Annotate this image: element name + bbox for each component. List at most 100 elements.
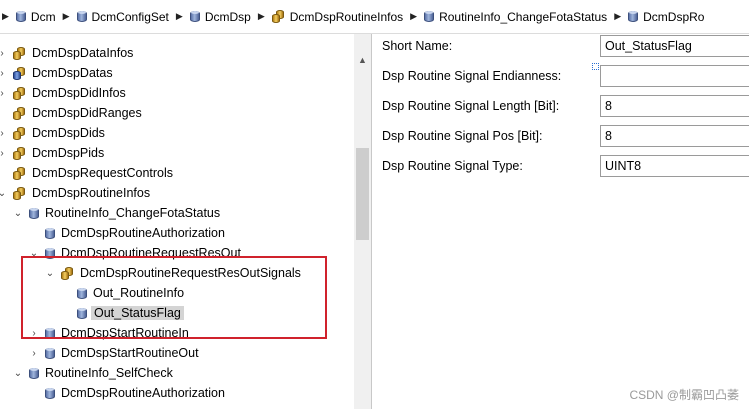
properties-panel: Short Name: Out_StatusFlag Dsp Routine S… — [372, 34, 749, 409]
breadcrumb-item-dcmdspro[interactable]: DcmDspRo — [628, 0, 704, 33]
tree-item[interactable]: ⌄ DcmDspRoutineInfos — [0, 183, 150, 203]
cylinder-icon — [77, 287, 87, 299]
breadcrumb-item-dcmdsp[interactable]: DcmDsp — [189, 0, 251, 33]
tree-item-label: DcmDspRoutineRequestResOut — [61, 246, 241, 260]
folder-icon — [13, 186, 26, 200]
breadcrumb: ▶ Dcm ▶ DcmConfigSet ▶ DcmDsp ▶ DcmDspRo… — [0, 0, 749, 34]
folder-lock-icon — [13, 66, 26, 80]
tree-item[interactable]: ⌄ RoutineInfo_SelfCheck — [13, 363, 173, 383]
chevron-right-icon[interactable]: ▶ — [410, 11, 417, 22]
scrollbar-thumb[interactable] — [356, 148, 369, 240]
breadcrumb-label: Dcm — [30, 9, 56, 24]
tree-item[interactable]: ⌄ RoutineInfo_ChangeFotaStatus — [13, 203, 220, 223]
property-label: Dsp Routine Signal Pos [Bit]: — [382, 129, 543, 143]
tree-scrollbar[interactable]: ▲ — [354, 34, 371, 409]
cylinder-icon — [29, 367, 39, 379]
signal-type-field[interactable]: UINT8 — [600, 155, 749, 177]
tree-item-label: DcmDspDatas — [32, 66, 113, 80]
breadcrumb-item-dcmdsproutineinfos[interactable]: DcmDspRoutineInfos — [271, 0, 404, 33]
property-label: Short Name: — [382, 39, 453, 53]
chevron-down-icon[interactable]: ⌄ — [13, 368, 23, 379]
cylinder-icon — [628, 11, 639, 22]
tree-item-label: DcmDspDidInfos — [32, 86, 126, 100]
chevron-down-icon[interactable]: ⌄ — [13, 208, 23, 219]
tree-item[interactable]: DcmDspDidRanges — [0, 103, 142, 123]
tree-item-label: RoutineInfo_ChangeFotaStatus — [45, 206, 221, 220]
tree-item-label: DcmDspStartRoutineIn — [61, 326, 189, 340]
breadcrumb-label: DcmDspRoutineInfos — [289, 9, 404, 24]
tree-item[interactable]: › DcmDspPids — [0, 143, 104, 163]
folder-icon — [271, 10, 285, 23]
cylinder-icon — [76, 11, 87, 22]
cylinder-icon — [189, 11, 200, 22]
tree-item[interactable]: › DcmDspDatas — [0, 63, 113, 83]
tree-item-label: DcmDspRequestControls — [32, 166, 174, 180]
chevron-right-icon[interactable]: ▶ — [614, 11, 621, 22]
tree-item-label: DcmDspStartRoutineOut — [61, 346, 199, 360]
folder-icon — [13, 146, 26, 160]
tree-item-label: DcmDspRoutineInfos — [32, 186, 151, 200]
tree-item-label: DcmDspRoutineAuthorization — [61, 386, 225, 400]
tree-item[interactable]: › DcmDspStartRoutineIn — [29, 323, 189, 343]
tree-item[interactable]: Out_RoutineInfo — [61, 283, 184, 303]
property-row-signal-length: Dsp Routine Signal Length [Bit]: 8 — [372, 94, 749, 118]
cylinder-icon — [424, 11, 435, 22]
property-row-short-name: Short Name: Out_StatusFlag — [372, 34, 749, 58]
chevron-right-icon[interactable]: ▶ — [258, 11, 265, 22]
tree-item[interactable]: › DcmDspDataInfos — [0, 43, 133, 63]
tree-item[interactable]: DcmDspRoutineAuthorization — [29, 223, 225, 243]
breadcrumb-item-dcm[interactable]: Dcm — [15, 0, 56, 33]
tree-item[interactable]: ⌄ DcmDspRoutineRequestResOutSignals — [45, 263, 301, 283]
folder-icon — [13, 106, 26, 120]
tree-item-label: DcmDspDids — [32, 126, 105, 140]
endianness-field[interactable] — [600, 65, 749, 87]
property-row-signal-type: Dsp Routine Signal Type: UINT8 — [372, 154, 749, 178]
breadcrumb-item-routineinfo-changefotastatus[interactable]: RoutineInfo_ChangeFotaStatus — [424, 0, 607, 33]
chevron-right-icon[interactable]: ▶ — [176, 11, 183, 22]
chevron-right-icon[interactable]: › — [0, 48, 7, 59]
tree-item-label: DcmDspPids — [32, 146, 105, 160]
tree-item[interactable]: DcmDspRequestControls — [0, 163, 173, 183]
tree-item[interactable]: ⌄ DcmDspRoutineRequestResOut — [29, 243, 241, 263]
chevron-right-icon[interactable]: › — [29, 328, 39, 339]
chevron-down-icon[interactable]: ⌄ — [29, 248, 39, 259]
cylinder-icon — [77, 307, 87, 319]
tree-item[interactable]: › DcmDspStartRoutineOut — [29, 343, 199, 363]
short-name-field[interactable]: Out_StatusFlag — [600, 35, 749, 57]
breadcrumb-label: DcmDsp — [204, 9, 251, 24]
property-row-endianness: Dsp Routine Signal Endianness: — [372, 64, 749, 88]
tree-item[interactable]: DcmDspRoutineAuthorization — [29, 383, 225, 403]
tree-item-label: RoutineInfo_SelfCheck — [45, 366, 173, 380]
scroll-up-icon[interactable]: ▲ — [358, 55, 367, 65]
signal-pos-field[interactable]: 8 — [600, 125, 749, 147]
chevron-down-icon[interactable]: ⌄ — [0, 188, 7, 199]
tree-item[interactable]: › DcmDspDids — [0, 123, 105, 143]
chevron-right-icon[interactable]: ▶ — [2, 11, 9, 22]
chevron-down-icon[interactable]: ⌄ — [45, 268, 55, 279]
cylinder-icon — [45, 347, 55, 359]
tree-item[interactable]: › DcmDspDidInfos — [0, 83, 126, 103]
property-label: Dsp Routine Signal Length [Bit]: — [382, 99, 560, 113]
breadcrumb-label: RoutineInfo_ChangeFotaStatus — [439, 9, 608, 24]
property-row-signal-pos: Dsp Routine Signal Pos [Bit]: 8 — [372, 124, 749, 148]
cylinder-icon — [45, 327, 55, 339]
tree-item-label: DcmDspDidRanges — [32, 106, 142, 120]
tree-item[interactable]: Out_StatusFlag — [61, 303, 184, 323]
folder-icon — [13, 46, 26, 60]
chevron-right-icon[interactable]: ▶ — [63, 11, 70, 22]
tree-item-label: DcmDspRoutineRequestResOutSignals — [80, 266, 301, 280]
signal-length-field[interactable]: 8 — [600, 95, 749, 117]
chevron-right-icon[interactable]: › — [29, 348, 39, 359]
folder-icon — [13, 166, 26, 180]
tree-item-label: Out_RoutineInfo — [93, 286, 185, 300]
property-label: Dsp Routine Signal Type: — [382, 159, 523, 173]
watermark-text: CSDN @制霸凹凸萎 — [629, 388, 739, 402]
cylinder-icon — [45, 387, 55, 399]
chevron-right-icon[interactable]: › — [0, 88, 7, 99]
chevron-right-icon[interactable]: › — [0, 128, 7, 139]
tree-item-label: Out_StatusFlag — [91, 306, 184, 320]
chevron-right-icon[interactable]: › — [0, 148, 7, 159]
configuration-tree[interactable]: › DcmDspDataInfos › DcmDspDatas › DcmDspDidIn… — [0, 34, 372, 409]
breadcrumb-item-dcmconfigset[interactable]: DcmConfigSet — [76, 0, 169, 33]
chevron-right-icon[interactable]: › — [0, 68, 7, 79]
